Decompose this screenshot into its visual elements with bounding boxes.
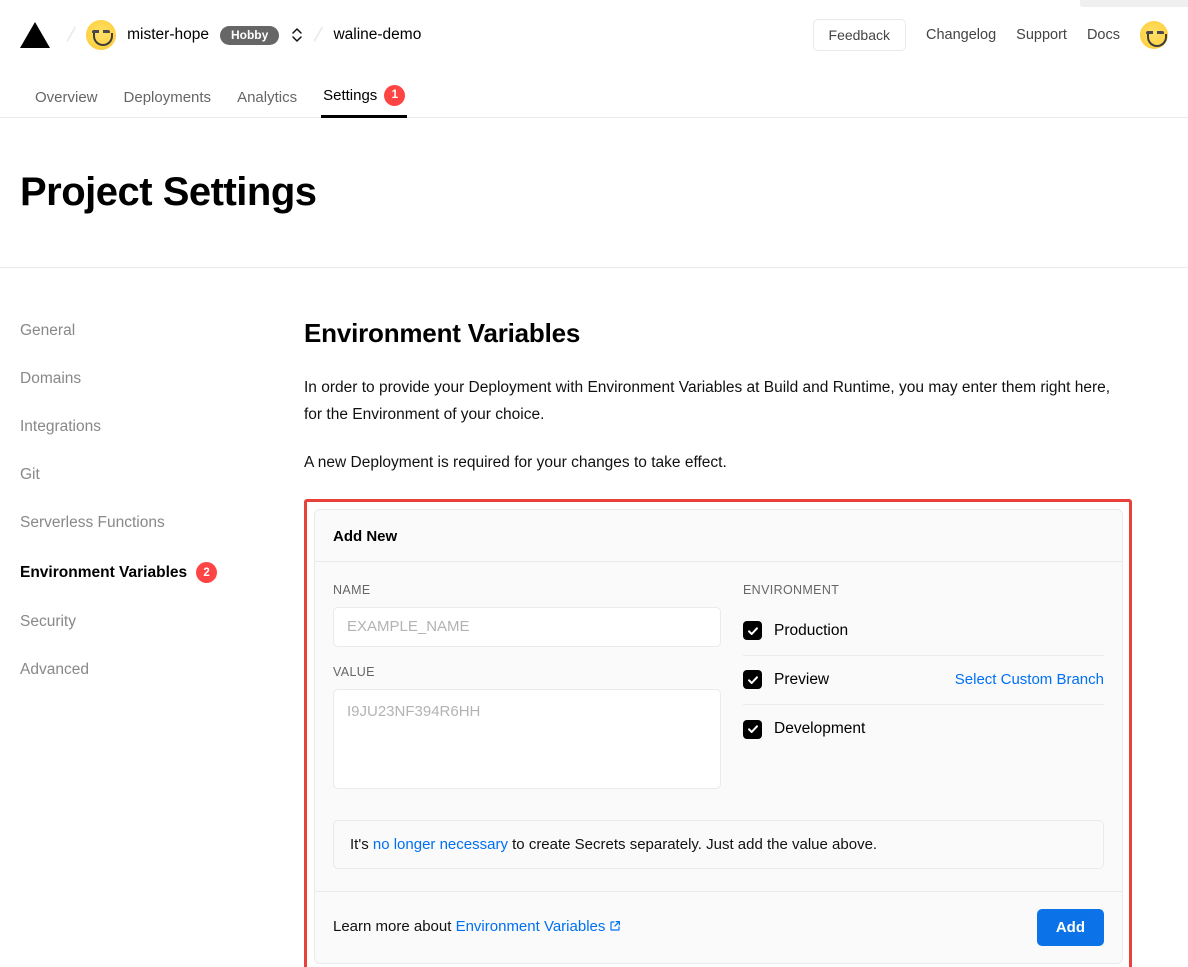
env-var-name-input[interactable] [333,607,721,647]
environment-field-label: ENVIRONMENT [743,583,1104,597]
tab-settings-label: Settings [323,87,377,104]
section-paragraph-1: In order to provide your Deployment with… [304,375,1128,428]
learn-more-text: Learn more about Environment Variables [333,918,621,936]
org-smiley-avatar-icon[interactable] [86,20,116,50]
breadcrumb-org-name[interactable]: mister-hope [127,26,209,44]
env-var-value-textarea[interactable] [333,689,721,789]
environment-column: ENVIRONMENT Production Preview [743,583,1104,794]
environment-row-development[interactable]: Development [743,705,1104,754]
page-header: Project Settings [0,118,1188,268]
sidebar-item-environment-variables[interactable]: Environment Variables 2 [20,562,304,583]
sidebar-item-domains[interactable]: Domains [20,370,304,388]
add-new-card-body: NAME VALUE ENVIRONMENT Production [315,561,1122,794]
sidebar-item-serverless-functions-label: Serverless Functions [20,514,165,532]
environment-production-label: Production [774,622,848,640]
section-paragraph-2: A new Deployment is required for your ch… [304,450,1128,477]
top-navigation-bar: / mister-hope Hobby / waline-demo Feedba… [0,0,1188,70]
breadcrumb-project-name[interactable]: waline-demo [333,26,421,44]
learn-more-prefix: Learn more about [333,918,456,935]
sidebar-item-integrations-label: Integrations [20,418,101,436]
external-link-icon [609,919,621,936]
tab-deployments[interactable]: Deployments [111,89,225,117]
settings-content: Environment Variables In order to provid… [304,318,1168,967]
window-corner-strip [1080,0,1188,7]
project-tab-bar: Overview Deployments Analytics Settings … [0,70,1188,118]
select-custom-branch-link[interactable]: Select Custom Branch [955,671,1104,688]
environment-preview-label: Preview [774,671,829,689]
tab-analytics[interactable]: Analytics [224,89,310,117]
name-value-column: NAME VALUE [333,583,721,794]
sidebar-item-security-label: Security [20,613,76,631]
sidebar-item-security[interactable]: Security [20,613,304,631]
secrets-notice-after: to create Secrets separately. Just add t… [508,836,877,853]
name-field-label: NAME [333,583,721,597]
chevron-up-down-icon[interactable] [291,26,303,44]
secrets-notice: It's no longer necessary to create Secre… [333,820,1104,869]
sidebar-item-serverless-functions[interactable]: Serverless Functions [20,514,304,532]
sidebar-item-environment-variables-label: Environment Variables [20,564,187,582]
settings-sidebar: General Domains Integrations Git Serverl… [20,318,304,967]
tab-analytics-label: Analytics [237,89,297,106]
sidebar-item-general-label: General [20,322,75,340]
tab-settings-badge: 1 [384,85,405,106]
checkbox-development-checked-icon[interactable] [743,720,762,739]
no-longer-necessary-link[interactable]: no longer necessary [373,836,508,853]
sidebar-item-advanced[interactable]: Advanced [20,661,304,679]
tab-settings[interactable]: Settings 1 [310,85,418,117]
sidebar-item-environment-variables-badge: 2 [196,562,217,583]
support-link[interactable]: Support [1016,27,1067,43]
page-body: General Domains Integrations Git Serverl… [0,268,1188,967]
breadcrumb-separator-icon: / [65,22,77,49]
environment-row-preview[interactable]: Preview Select Custom Branch [743,656,1104,705]
sidebar-item-git-label: Git [20,466,40,484]
tab-overview[interactable]: Overview [22,89,111,117]
value-field-label: VALUE [333,665,721,679]
sidebar-item-domains-label: Domains [20,370,81,388]
plan-badge: Hobby [220,26,279,45]
highlight-annotation-box: Add New NAME VALUE ENVIRONMENT [304,499,1132,967]
add-new-card-footer: Learn more about Environment Variables A… [315,891,1122,963]
environment-development-label: Development [774,720,865,738]
sidebar-item-integrations[interactable]: Integrations [20,418,304,436]
tab-deployments-label: Deployments [124,89,212,106]
environment-variables-docs-link[interactable]: Environment Variables [456,918,606,935]
user-smiley-avatar-icon[interactable] [1140,21,1168,49]
sidebar-item-advanced-label: Advanced [20,661,89,679]
tab-overview-label: Overview [35,89,98,106]
page-title: Project Settings [20,170,317,215]
feedback-button[interactable]: Feedback [813,19,906,51]
checkbox-production-checked-icon[interactable] [743,621,762,640]
top-bar-actions: Feedback Changelog Support Docs [813,19,1168,51]
add-new-env-var-card: Add New NAME VALUE ENVIRONMENT [314,509,1123,964]
add-button[interactable]: Add [1037,909,1104,946]
vercel-triangle-logo-icon[interactable] [20,22,50,48]
checkbox-preview-checked-icon[interactable] [743,670,762,689]
sidebar-item-git[interactable]: Git [20,466,304,484]
add-new-card-heading: Add New [315,510,1122,561]
breadcrumb-separator-icon-2: / [312,22,324,49]
changelog-link[interactable]: Changelog [926,27,996,43]
environment-row-production[interactable]: Production [743,607,1104,656]
secrets-notice-before: It's [350,836,373,853]
sidebar-item-general[interactable]: General [20,322,304,340]
docs-link[interactable]: Docs [1087,27,1120,43]
section-title: Environment Variables [304,318,1128,349]
